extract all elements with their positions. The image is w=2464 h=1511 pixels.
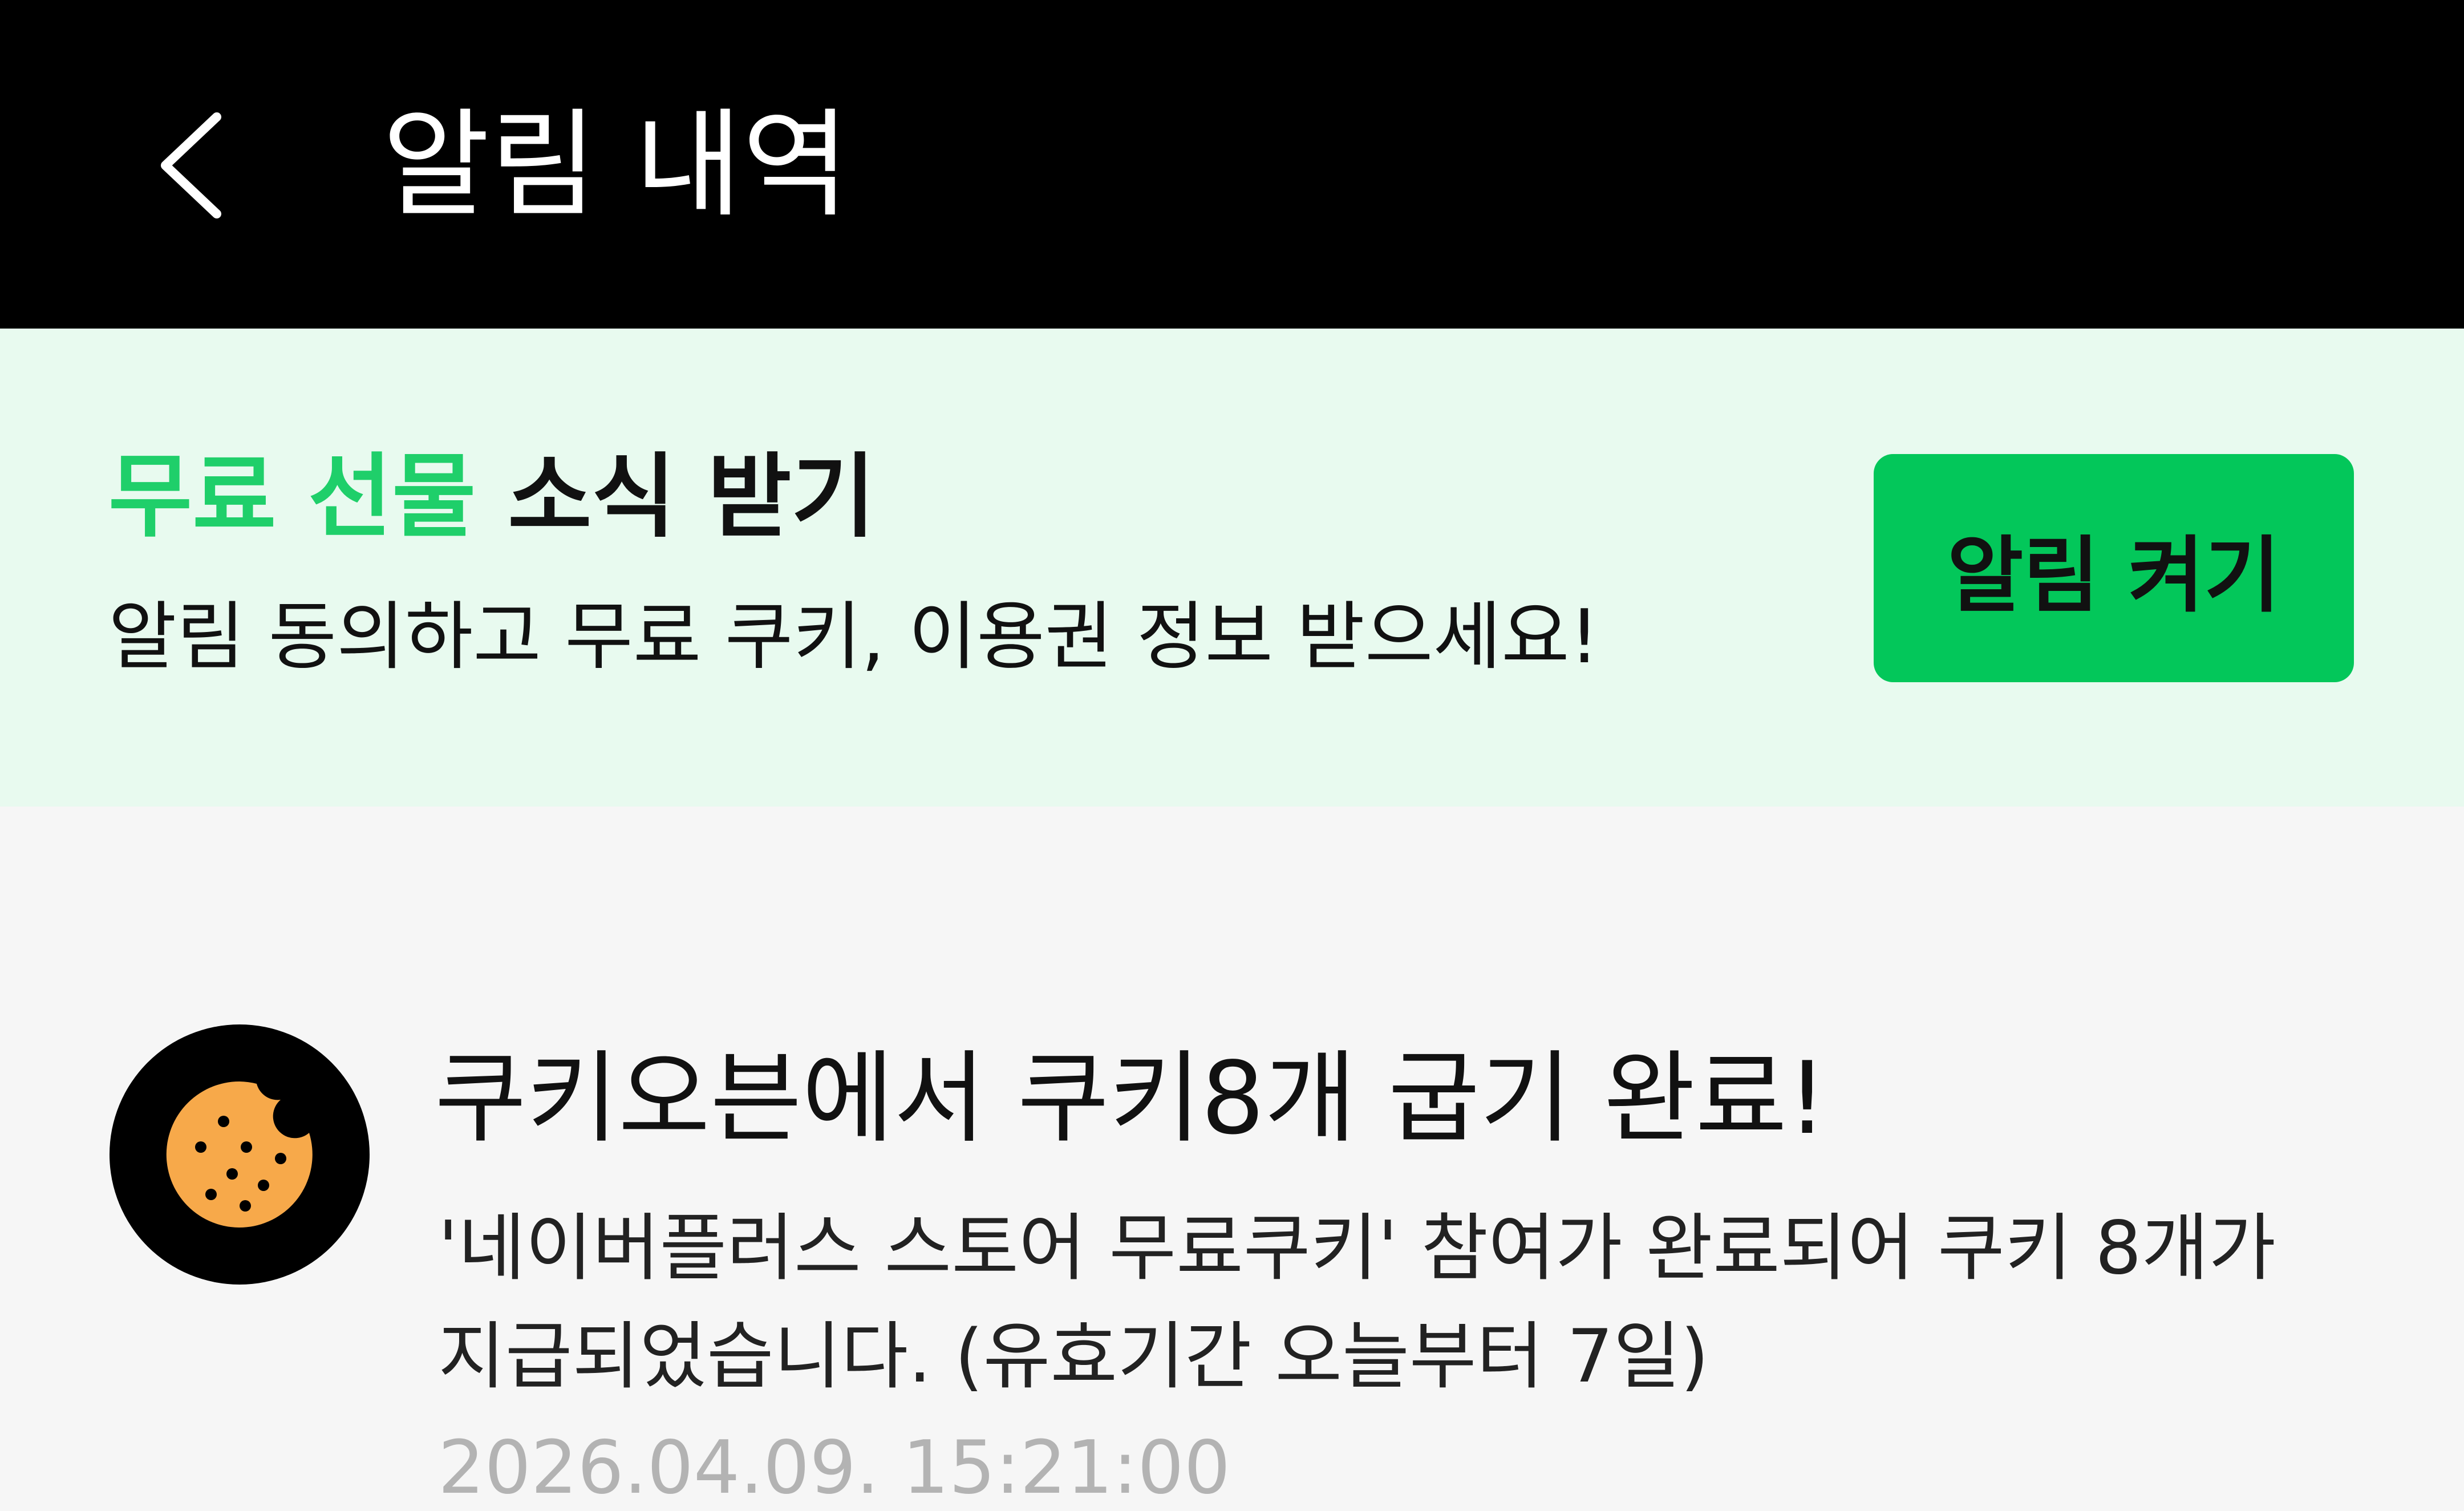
- back-button[interactable]: [114, 86, 262, 245]
- notification-list: 쿠키오븐에서 쿠키8개 굽기 완료! '네이버플러스 스토어 무료쿠키' 참여가…: [0, 807, 2464, 1510]
- notification-title: 쿠키오븐에서 쿠키8개 굽기 완료!: [435, 1041, 1827, 1157]
- promo-subtitle: 알림 동의하고 무료 쿠키, 이용권 정보 받으세요!: [108, 593, 1599, 680]
- notification-body: '네이버플러스 스토어 무료쿠키' 참여가 완료되어 쿠키 8개가 지급되었습니…: [438, 1206, 2276, 1399]
- page-title: 알림 내역: [382, 98, 850, 233]
- promo-title-rest: 소식 받기: [476, 443, 876, 550]
- promo-title: 무료 선물 소식 받기: [108, 443, 876, 551]
- cookie-icon: [166, 1081, 313, 1228]
- turn-on-notifications-button[interactable]: 알림 켜기: [1874, 454, 2354, 682]
- notification-avatar: [110, 1024, 370, 1285]
- notification-timestamp: 2026.04.09. 15:21:00: [438, 1425, 1231, 1510]
- notification-promo-banner: 무료 선물 소식 받기 알림 동의하고 무료 쿠키, 이용권 정보 받으세요! …: [0, 329, 2464, 807]
- chevron-left-icon: [161, 112, 221, 218]
- promo-title-accent: 무료 선물: [108, 443, 476, 550]
- top-app-bar: 알림 내역: [0, 0, 2464, 329]
